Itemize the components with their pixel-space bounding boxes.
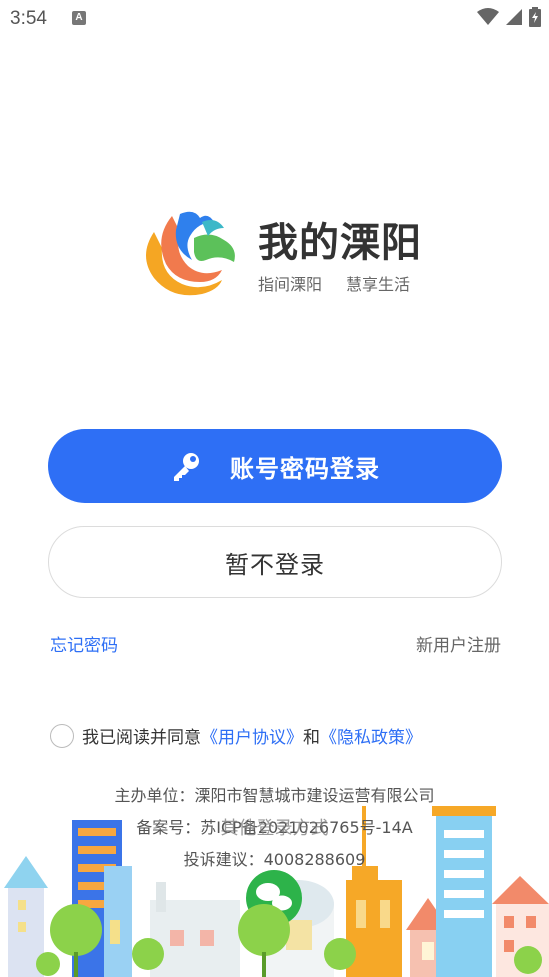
agreement-and: 和 — [303, 728, 320, 748]
battery-icon — [529, 7, 541, 27]
slogan-right: 慧享生活 — [346, 275, 411, 294]
user-agreement-link[interactable]: 《用户协议》 — [201, 728, 303, 748]
status-bar: 3:54 A — [0, 0, 549, 38]
agreement-prefix: 我已阅读并同意 — [82, 728, 201, 748]
register-link[interactable]: 新用户注册 — [416, 631, 501, 656]
skip-login-button[interactable]: 暂不登录 — [48, 526, 502, 598]
notification-icon: A — [72, 11, 86, 25]
complaint-text: 投诉建议：4008288609 — [183, 850, 366, 869]
wifi-icon — [477, 8, 499, 25]
forgot-password-link[interactable]: 忘记密码 — [50, 631, 118, 656]
password-login-button[interactable]: 账号密码登录 — [48, 429, 502, 503]
app-logo-icon — [146, 211, 235, 296]
privacy-policy-link[interactable]: 《隐私政策》 — [320, 728, 422, 748]
organizer-text: 主办单位：溧阳市智慧城市建设运营有限公司 — [114, 786, 435, 805]
app-slogan: 指间溧阳 慧享生活 — [258, 271, 410, 295]
agreement-checkbox[interactable] — [50, 723, 74, 748]
agreement-row: 我已阅读并同意《用户协议》和《隐私政策》 — [50, 723, 422, 748]
app-title: 我的溧阳 — [258, 220, 422, 266]
signal-icon — [506, 9, 522, 25]
status-icons — [477, 7, 541, 27]
other-login-label: 其他登录方式 — [220, 818, 329, 839]
status-time: 3:54 — [10, 8, 47, 29]
slogan-left: 指间溧阳 — [258, 275, 323, 294]
password-login-label: 账号密码登录 — [230, 454, 380, 483]
key-icon — [174, 453, 199, 481]
